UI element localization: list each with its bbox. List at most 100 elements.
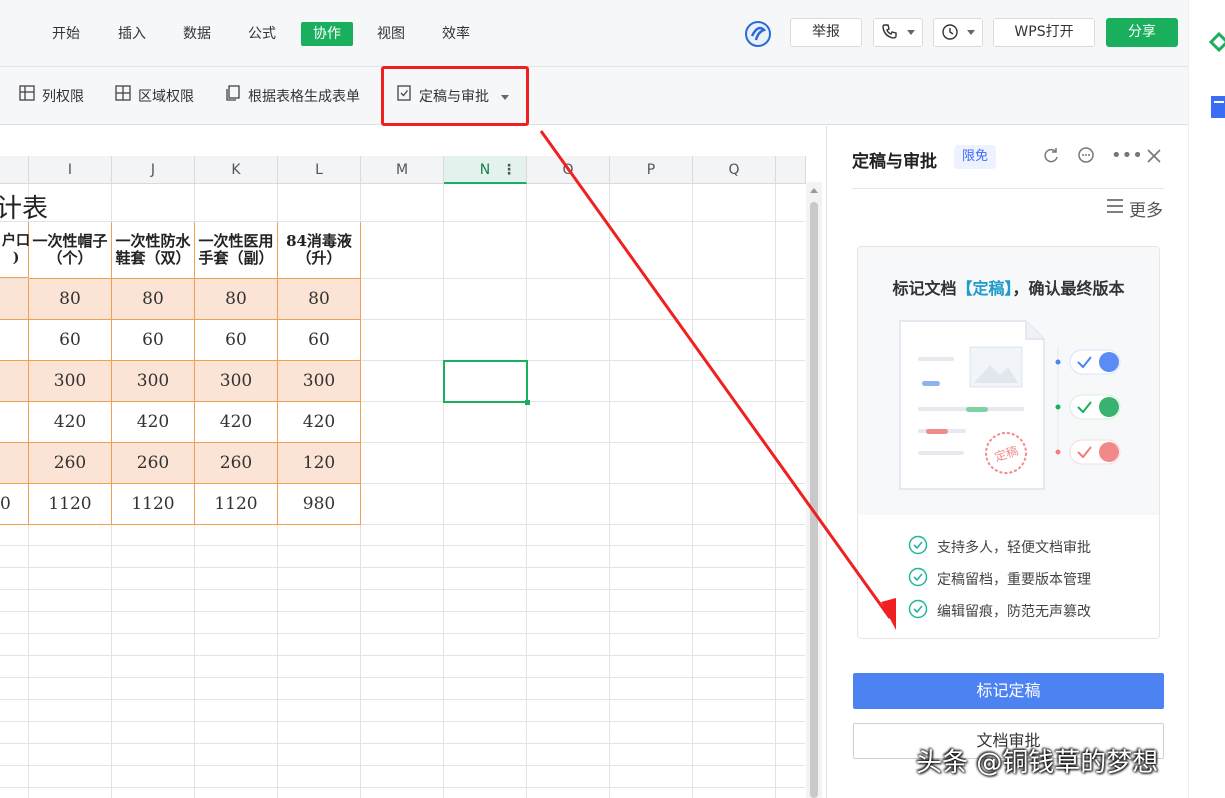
check-circle-icon	[908, 535, 928, 559]
check-circle-icon	[908, 599, 928, 623]
grid-row-line	[0, 611, 805, 612]
range-permission-button[interactable]: 区域权限	[114, 85, 194, 109]
table-cell[interactable]	[0, 279, 29, 320]
wps-logo-icon[interactable]	[744, 20, 772, 48]
range-permission-label: 区域权限	[138, 89, 194, 105]
menu-efficiency[interactable]: 效率	[436, 22, 476, 46]
form-copy-icon	[224, 84, 242, 110]
column-title-cell[interactable]: 一次性医用手套（副）	[195, 222, 278, 279]
column-header-j[interactable]: J	[112, 156, 195, 184]
menu-insert[interactable]: 插入	[112, 22, 152, 46]
table-cell[interactable]: 260	[112, 443, 195, 484]
generate-form-button[interactable]: 根据表格生成表单	[224, 85, 360, 109]
history-button[interactable]	[933, 18, 983, 47]
card-heading-post: ，确认最终版本	[1012, 279, 1125, 298]
report-button[interactable]: 举报	[790, 18, 862, 47]
collaborate-toolbar: 列权限 区域权限 根据表格生成表单 定稿与审批	[0, 67, 1188, 125]
menu-data[interactable]: 数据	[177, 22, 217, 46]
grid-row-line	[0, 677, 805, 678]
comment-icon[interactable]	[1076, 146, 1098, 168]
range-grid-icon	[114, 84, 132, 110]
column-permission-button[interactable]: 列权限	[18, 85, 84, 109]
column-header-p[interactable]: P	[610, 156, 693, 184]
grid-row-line	[0, 567, 805, 568]
table-cell[interactable]: 80	[112, 279, 195, 320]
table-cell[interactable]: 0	[0, 484, 29, 525]
table-cell[interactable]: 60	[278, 320, 361, 361]
wps-open-button[interactable]: WPS打开	[993, 18, 1095, 47]
table-cell[interactable]	[0, 320, 29, 361]
column-title-cell[interactable]: 一次性帽子（个）	[29, 222, 112, 279]
scroll-up-icon[interactable]	[810, 188, 818, 193]
partial-header-cell[interactable]: 户口 )	[0, 222, 30, 278]
refresh-icon[interactable]	[1041, 146, 1063, 168]
table-cell[interactable]	[0, 443, 29, 484]
table-cell[interactable]	[0, 361, 29, 402]
table-cell[interactable]: 420	[278, 402, 361, 443]
column-header-q[interactable]: Q	[693, 156, 776, 184]
panel-title: 定稿与审批	[852, 152, 937, 172]
column-header-h[interactable]	[0, 156, 29, 184]
column-header-m[interactable]: M	[361, 156, 444, 184]
table-cell[interactable]: 60	[29, 320, 112, 361]
table-cell[interactable]: 420	[29, 402, 112, 443]
column-permission-label: 列权限	[42, 89, 84, 105]
scrollbar-thumb[interactable]	[810, 202, 818, 798]
column-header-n[interactable]: N ⋮	[444, 156, 527, 184]
column-header-k[interactable]: K	[195, 156, 278, 184]
grid-row-line	[0, 787, 805, 788]
table-cell[interactable]: 120	[278, 443, 361, 484]
column-header-l[interactable]: L	[278, 156, 361, 184]
phone-icon	[881, 24, 903, 40]
share-button[interactable]: 分享	[1106, 18, 1178, 47]
feature-item: 定稿留档，重要版本管理	[908, 567, 1091, 591]
side-app-icon[interactable]	[1209, 32, 1225, 52]
grid-column-line	[526, 184, 527, 798]
column-title-cell[interactable]: 一次性防水鞋套（双）	[112, 222, 195, 279]
vertical-scrollbar[interactable]	[806, 182, 822, 798]
table-cell[interactable]: 60	[195, 320, 278, 361]
table-cell[interactable]: 80	[278, 279, 361, 320]
table-cell[interactable]: 300	[195, 361, 278, 402]
menu-formula[interactable]: 公式	[242, 22, 282, 46]
spreadsheet-grid[interactable]: I J K L M N ⋮ O P Q 计表 户口 ) 一次性帽子（个） 一次性防…	[0, 126, 822, 798]
column-header-o[interactable]: O	[527, 156, 610, 184]
table-cell[interactable]: 980	[278, 484, 361, 525]
mark-final-button[interactable]: 标记定稿	[853, 673, 1164, 709]
table-cell[interactable]: 260	[195, 443, 278, 484]
table-cell[interactable]: 1120	[112, 484, 195, 525]
table-cell[interactable]: 1120	[195, 484, 278, 525]
table-cell[interactable]: 260	[29, 443, 112, 484]
more-options-icon[interactable]: •••	[1111, 146, 1143, 168]
table-cell[interactable]: 420	[112, 402, 195, 443]
side-doc-icon[interactable]	[1211, 96, 1225, 118]
grid-row-line	[0, 545, 805, 546]
table-cell[interactable]: 300	[278, 361, 361, 402]
feature-item: 支持多人，轻便文档审批	[908, 535, 1091, 559]
selected-cell-n[interactable]	[443, 360, 530, 405]
close-icon[interactable]	[1144, 146, 1166, 168]
menu-start[interactable]: 开始	[46, 22, 86, 46]
more-link[interactable]: 更多	[1105, 196, 1163, 221]
column-header-r[interactable]	[776, 156, 806, 184]
more-label: 更多	[1129, 201, 1163, 221]
column-title-cell[interactable]: 84消毒液（升）	[278, 222, 361, 279]
menu-view[interactable]: 视图	[371, 22, 411, 46]
highlight-annotation	[381, 66, 529, 126]
column-header-i[interactable]: I	[29, 156, 112, 184]
feature-item: 编辑留痕，防范无声篡改	[908, 599, 1091, 623]
table-cell[interactable]: 60	[112, 320, 195, 361]
grid-row-line	[0, 589, 805, 590]
menu-collaborate[interactable]: 协作	[301, 22, 353, 46]
table-cell[interactable]	[0, 402, 29, 443]
table-cell[interactable]: 80	[29, 279, 112, 320]
table-cell[interactable]: 1120	[29, 484, 112, 525]
column-header-n-label: N	[479, 162, 491, 178]
table-cell[interactable]: 420	[195, 402, 278, 443]
panel-divider	[852, 188, 1164, 189]
call-button[interactable]	[873, 18, 923, 47]
table-cell[interactable]: 300	[29, 361, 112, 402]
table-cell[interactable]: 80	[195, 279, 278, 320]
column-menu-icon[interactable]: ⋮	[502, 156, 516, 184]
table-cell[interactable]: 300	[112, 361, 195, 402]
